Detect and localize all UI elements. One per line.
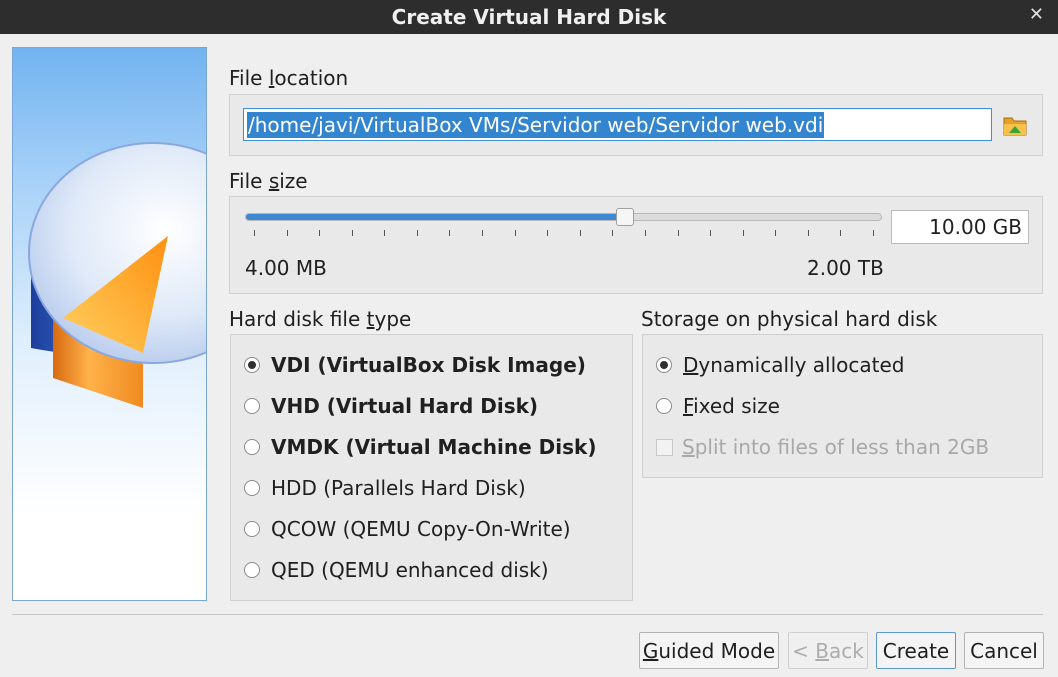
split-files-label: Split into files of less than 2GB (682, 435, 990, 459)
file-size-slider-handle[interactable] (616, 208, 635, 226)
dynamically-allocated-label: Dynamically allocated (683, 353, 905, 377)
dynamically-allocated-radio[interactable]: Dynamically allocated (656, 353, 904, 377)
file-size-min-label: 4.00 MB (245, 256, 327, 280)
slider-tick (254, 230, 255, 236)
disk-type-option[interactable]: VMDK (Virtual Machine Disk) (244, 435, 596, 459)
radio-icon (244, 357, 260, 373)
slider-tick (547, 230, 549, 236)
slider-tick (840, 230, 842, 236)
radio-icon (244, 480, 260, 496)
slider-tick (742, 230, 744, 236)
disk-type-option-label: QCOW (QEMU Copy-On-Write) (271, 517, 571, 541)
disk-type-option[interactable]: QCOW (QEMU Copy-On-Write) (244, 517, 571, 541)
disk-type-option[interactable]: QED (QEMU enhanced disk) (244, 558, 549, 582)
file-location-input[interactable]: /home/javi/VirtualBox VMs/Servidor web/S… (243, 108, 992, 141)
radio-icon (244, 521, 260, 537)
slider-tick (677, 230, 679, 236)
disk-type-option[interactable]: HDD (Parallels Hard Disk) (244, 476, 526, 500)
disk-type-option-label: HDD (Parallels Hard Disk) (271, 476, 526, 500)
radio-icon (656, 398, 672, 414)
window-title: Create Virtual Hard Disk (391, 5, 667, 29)
slider-tick (351, 230, 353, 236)
create-button[interactable]: Create (876, 632, 956, 669)
slider-tick (612, 230, 614, 236)
slider-tick (775, 230, 777, 236)
title-bar: Create Virtual Hard Disk ✕ (0, 0, 1058, 34)
cancel-button[interactable]: Cancel (964, 632, 1044, 669)
radio-icon (244, 562, 260, 578)
slider-tick (319, 230, 321, 236)
back-button: < Back (788, 632, 868, 669)
split-files-checkbox: Split into files of less than 2GB (656, 435, 989, 459)
slider-tick (579, 230, 581, 236)
slider-ticks (254, 230, 874, 238)
file-size-input[interactable]: 10.00 GB (891, 210, 1029, 244)
disk-type-option[interactable]: VDI (VirtualBox Disk Image) (244, 353, 586, 377)
hard-disk-pie-icon (28, 142, 206, 408)
file-size-slider-track[interactable] (245, 213, 882, 221)
file-size-label: File size (229, 169, 308, 193)
file-size-slider-fill (246, 214, 627, 220)
radio-icon (244, 398, 260, 414)
guided-mode-button[interactable]: Guided Mode (639, 632, 779, 669)
disk-type-option[interactable]: VHD (Virtual Hard Disk) (244, 394, 538, 418)
slider-tick (482, 230, 484, 236)
slider-tick (416, 230, 418, 236)
slider-tick (286, 230, 288, 236)
storage-label: Storage on physical hard disk (641, 307, 938, 331)
wizard-illustration (12, 47, 207, 601)
slider-tick (644, 230, 646, 236)
radio-icon (656, 357, 672, 373)
fixed-size-radio[interactable]: Fixed size (656, 394, 780, 418)
disk-type-option-label: VDI (VirtualBox Disk Image) (271, 353, 586, 377)
fixed-size-label: Fixed size (683, 394, 780, 418)
file-location-label: File location (229, 66, 349, 90)
disk-type-option-label: VHD (Virtual Hard Disk) (271, 394, 539, 418)
checkbox-icon (656, 438, 673, 456)
slider-tick (873, 230, 874, 236)
slider-tick (449, 230, 451, 236)
disk-type-label: Hard disk file type (229, 307, 412, 331)
slider-tick (807, 230, 809, 236)
slider-tick (514, 230, 516, 236)
footer-separator (12, 614, 1043, 615)
slider-tick (710, 230, 712, 236)
close-icon[interactable]: ✕ (1029, 4, 1044, 25)
disk-type-option-label: VMDK (Virtual Machine Disk) (271, 435, 597, 459)
file-size-max-label: 2.00 TB (807, 256, 884, 280)
disk-type-option-label: QED (QEMU enhanced disk) (271, 558, 549, 582)
folder-icon[interactable] (1002, 112, 1028, 138)
radio-icon (244, 439, 260, 455)
slider-tick (384, 230, 386, 236)
